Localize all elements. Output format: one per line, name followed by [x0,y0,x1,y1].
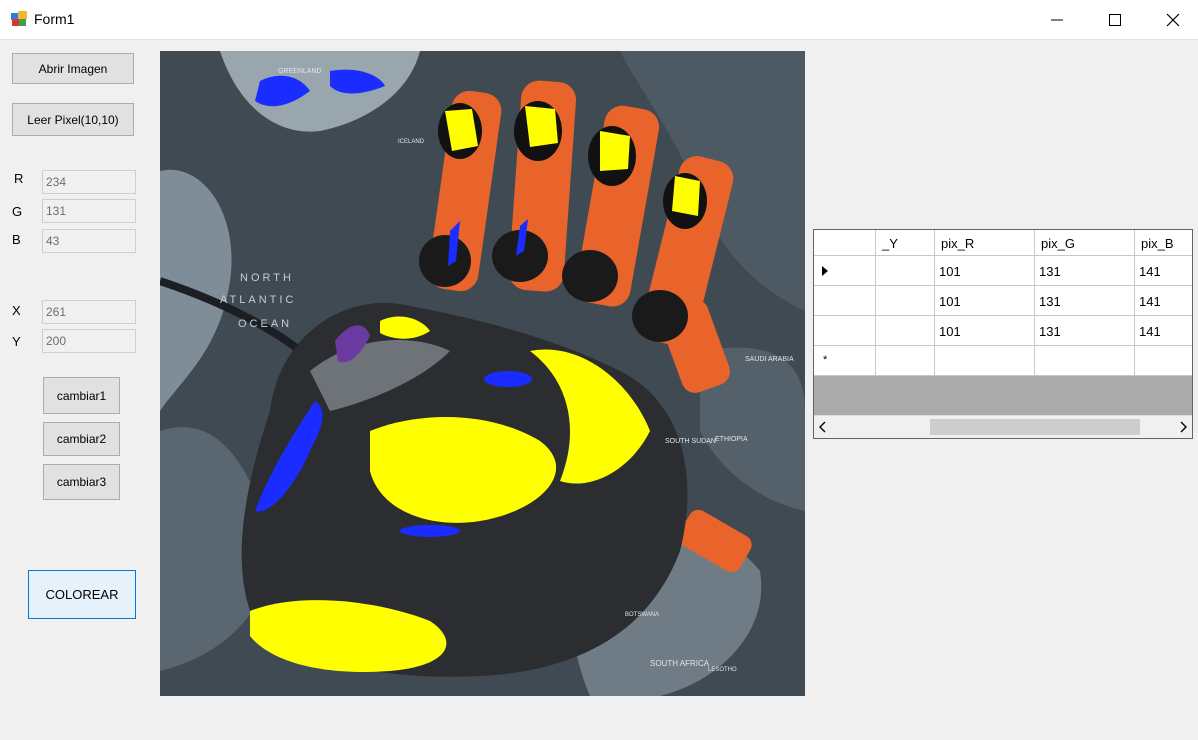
grid-corner-header[interactable] [814,230,876,256]
map-label-ethiopia: ETHIOPIA [715,436,748,443]
cell-g[interactable]: 131 [1035,286,1135,316]
map-label-south-africa: SOUTH AFRICA [650,659,710,668]
new-row-marker: * [814,346,876,376]
grid-column-header-b[interactable]: pix_B [1135,230,1192,256]
cell-b[interactable]: 141 [1135,256,1192,286]
map-label-botswana: BOTSWANA [625,612,659,618]
cell-b[interactable]: 141 [1135,286,1192,316]
r-field[interactable]: 234 [42,170,136,194]
g-field[interactable]: 131 [42,199,136,223]
cell-y[interactable] [876,256,935,286]
scroll-left-icon[interactable] [818,421,828,433]
cell-y[interactable] [876,346,935,376]
maximize-icon [1109,14,1121,26]
cell-b[interactable]: 141 [1135,316,1192,346]
cell-g[interactable] [1035,346,1135,376]
change2-button[interactable]: cambiar2 [43,422,120,456]
title-bar: Form1 [0,0,1198,40]
b-label: B [12,232,21,247]
map-label-south-sudan: SOUTH SUDAN [665,438,716,445]
b-field[interactable]: 43 [42,229,136,253]
change3-button[interactable]: cambiar3 [43,464,120,500]
open-image-button[interactable]: Abrir Imagen [12,53,134,84]
grid-column-header-g[interactable]: pix_G [1035,230,1135,256]
g-label: G [12,204,23,219]
map-label-iceland: ICELAND [398,139,425,145]
window-title: Form1 [34,11,75,27]
map-label-greenland: GREENLAND [278,68,322,75]
cell-r[interactable]: 101 [935,256,1035,286]
cell-g[interactable]: 131 [1035,316,1135,346]
pixel-data-grid[interactable]: _Y pix_R pix_G pix_B 101 131 141 101 131… [813,229,1193,439]
r-label: R [14,171,24,186]
cell-b[interactable] [1135,346,1192,376]
read-pixel-button[interactable]: Leer Pixel(10,10) [12,103,134,136]
close-icon [1166,13,1180,27]
cell-r[interactable]: 101 [935,316,1035,346]
scroll-right-icon[interactable] [1178,421,1188,433]
minimize-icon [1051,19,1063,21]
map-label-saudi-arabia: SAUDI ARABIA [745,356,794,363]
scrollbar-thumb[interactable] [930,419,1140,435]
map-label-atlantic: ATLANTIC [220,294,296,306]
colorize-button[interactable]: COLOREAR [28,570,136,619]
current-row-arrow-icon [822,266,828,276]
cell-y[interactable] [876,316,935,346]
cell-r[interactable] [935,346,1035,376]
map-label-ocean: OCEAN [238,318,292,330]
processed-image: NORTH ATLANTIC OCEAN SOUTH SUDAN ETHIOPI… [160,51,805,696]
grid-column-header-r[interactable]: pix_R [935,230,1035,256]
image-picture-box[interactable]: NORTH ATLANTIC OCEAN SOUTH SUDAN ETHIOPI… [160,51,805,696]
y-label: Y [12,334,21,349]
cell-r[interactable]: 101 [935,286,1035,316]
minimize-button[interactable] [1028,0,1086,39]
change1-button[interactable]: cambiar1 [43,377,120,414]
cell-y[interactable] [876,286,935,316]
row-header[interactable] [814,286,876,316]
grid-column-header-y[interactable]: _Y [876,230,935,256]
y-field[interactable]: 200 [42,329,136,353]
cell-g[interactable]: 131 [1035,256,1135,286]
x-label: X [12,303,21,318]
maximize-button[interactable] [1086,0,1144,39]
x-field[interactable]: 261 [42,300,136,324]
app-icon [11,11,27,26]
row-header[interactable] [814,316,876,346]
map-label-lesotho: LESOTHO [708,667,737,673]
map-label-north: NORTH [240,272,294,284]
close-button[interactable] [1144,0,1198,39]
horizontal-scrollbar[interactable] [814,415,1192,438]
row-header[interactable] [814,256,876,286]
